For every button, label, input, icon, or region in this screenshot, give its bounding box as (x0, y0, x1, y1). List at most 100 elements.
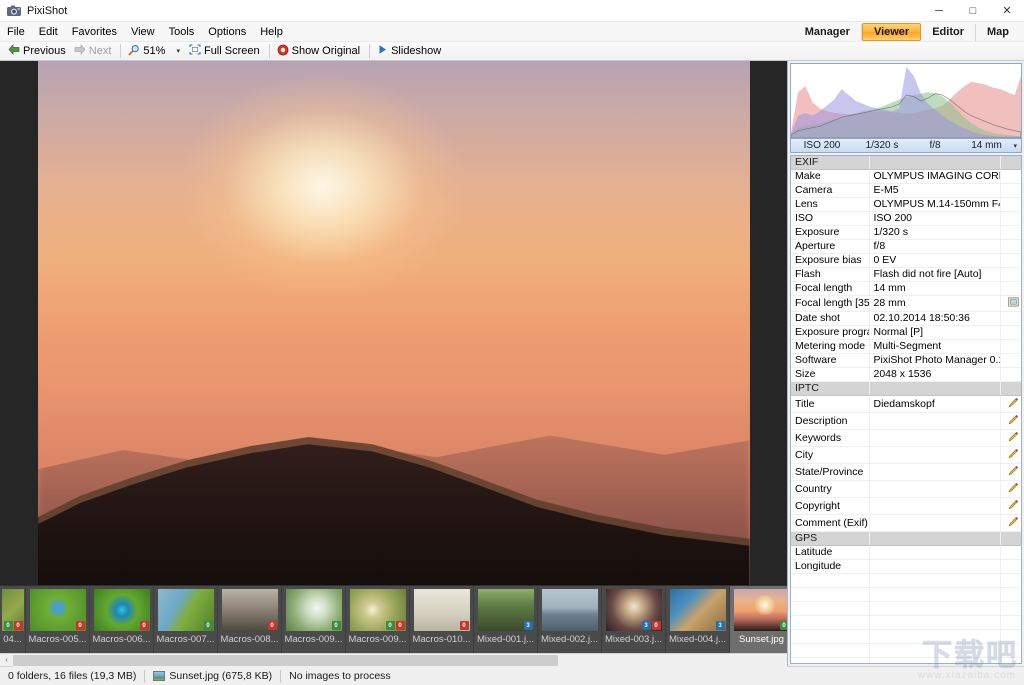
thumbnail-badges: 0 (267, 621, 277, 630)
thumbnail-item[interactable]: 3 0 Mixed-003.j... (602, 586, 666, 653)
thumbnail-caption: Macros-006... (92, 634, 151, 645)
thumbnail-item[interactable]: 0 Macros-006... (90, 586, 154, 653)
metadata-row[interactable]: Size 2048 x 1536 (791, 367, 1021, 382)
metadata-row[interactable]: Country (791, 480, 1021, 498)
thumbnail-item[interactable]: 0 Macros-005... (26, 586, 90, 653)
status-queue: No images to process (281, 667, 399, 685)
metadata-row[interactable]: Exposure 1/320 s (791, 225, 1021, 240)
histogram-shutter: 1/320 s (865, 140, 899, 151)
filmstrip-scrollbar[interactable]: ‹ (0, 653, 787, 667)
pencil-icon[interactable] (1000, 480, 1021, 498)
slideshow-button[interactable]: Slideshow (374, 43, 446, 60)
thumbnail-item[interactable]: 0 0 Macros-009... (346, 586, 410, 653)
tab-editor[interactable]: Editor (921, 23, 976, 41)
thumbnail-image: 00 (1, 589, 24, 631)
thumbnail-item[interactable]: 3 Mixed-004.j... (666, 586, 730, 653)
zoom-dropdown-caret[interactable]: ▾ (170, 47, 186, 55)
metadata-row-label: Lens (791, 197, 870, 212)
metadata-row[interactable]: Longitude (791, 559, 1021, 574)
thumbnail-item[interactable]: 0 Macros-009... (282, 586, 346, 653)
thumbnail-item[interactable]: 0 0 04... (0, 586, 26, 653)
metadata-row[interactable]: State/Province (791, 463, 1021, 481)
metadata-row[interactable]: Keywords (791, 429, 1021, 447)
menu-file[interactable]: File (0, 24, 32, 40)
previous-button[interactable]: Previous (5, 43, 71, 60)
scrollbar-track[interactable] (13, 653, 787, 667)
menu-view[interactable]: View (124, 24, 162, 40)
thumbnail-caption: Mixed-001.j... (476, 634, 535, 645)
thumbnail-item[interactable]: 0 Macros-007... (154, 586, 218, 653)
metadata-row[interactable]: Latitude (791, 545, 1021, 560)
metadata-row[interactable]: Copyright (791, 497, 1021, 515)
metadata-row-value (869, 559, 1001, 574)
pencil-icon[interactable] (1000, 497, 1021, 515)
metadata-row-label: Comment (Exif) (791, 514, 870, 532)
metadata-row[interactable]: Focal length 14 mm (791, 281, 1021, 296)
metadata-row[interactable]: Comment (Exif) (791, 514, 1021, 532)
metadata-row[interactable]: Exposure programNormal [P] (791, 325, 1021, 340)
metadata-row[interactable]: Flash Flash did not fire [Auto] (791, 267, 1021, 282)
menu-help[interactable]: Help (253, 24, 290, 40)
metadata-empty-row (791, 629, 1021, 644)
pencil-icon[interactable] (1000, 463, 1021, 481)
metadata-row-label: ISO (791, 211, 870, 226)
metadata-row[interactable]: Focal length [35mm]28 mm (791, 295, 1021, 312)
zoom-level-button[interactable]: 51% (125, 43, 170, 60)
metadata-row[interactable]: Exposure bias 0 EV (791, 253, 1021, 268)
show-original-label: Show Original (291, 45, 361, 57)
metadata-row-label: Aperture (791, 239, 870, 254)
fullscreen-button[interactable]: Full Screen (186, 43, 265, 60)
thumbnail-badges: 3 (715, 621, 725, 630)
photo-viewport[interactable] (0, 61, 787, 585)
close-button[interactable]: ✕ (990, 0, 1024, 22)
status-folder-summary: 0 folders, 16 files (19,3 MB) (0, 667, 144, 685)
metadata-table-container[interactable]: EXIF Make OLYMPUS IMAGING CORP. Camera E-M5 L… (790, 155, 1022, 664)
menu-options[interactable]: Options (201, 24, 253, 40)
thumbnail-item[interactable]: 0 Macros-008... (218, 586, 282, 653)
histogram-dropdown-caret[interactable]: ▾ (1013, 142, 1017, 150)
thumbnail-caption: Macros-008... (220, 634, 279, 645)
pencil-icon[interactable] (1000, 446, 1021, 464)
metadata-row[interactable]: Date shot 02.10.2014 18:50:36 (791, 311, 1021, 326)
photo-image-sunset[interactable] (37, 61, 750, 585)
next-button[interactable]: Next (71, 43, 117, 60)
menu-edit[interactable]: Edit (32, 24, 65, 40)
thumbnail-item[interactable]: Mixed-002.j... (538, 586, 602, 653)
tab-viewer[interactable]: Viewer (861, 23, 922, 41)
scroll-left-arrow[interactable]: ‹ (0, 654, 13, 667)
tab-map[interactable]: Map (976, 24, 1020, 41)
metadata-row-label: Exposure bias (791, 253, 870, 268)
metadata-row[interactable]: ISO ISO 200 (791, 211, 1021, 226)
metadata-row[interactable]: LensOLYMPUS M.14-150mm F4.0-5.6 (791, 197, 1021, 212)
status-queue-label: No images to process (289, 670, 391, 682)
thumbnail-item[interactable]: 0 Macros-010... (410, 586, 474, 653)
metadata-row-value (869, 446, 1001, 464)
pencil-icon[interactable] (1000, 514, 1021, 532)
thumbnail-item[interactable]: 3 Mixed-001.j... (474, 586, 538, 653)
pencil-icon[interactable] (1000, 412, 1021, 430)
thumbnail-image: 0 (733, 589, 787, 631)
metadata-row[interactable]: Software PixiShot Photo Manager 0.1 (791, 353, 1021, 368)
thumbnail-filmstrip[interactable]: 0 0 04... 0 Macros-005... 0 Macros-006... 0 Macr… (0, 585, 787, 653)
metadata-row[interactable]: Description (791, 412, 1021, 430)
metadata-row[interactable]: Aperture f/8 (791, 239, 1021, 254)
thumbnail-badges: 0 (203, 621, 213, 630)
menu-favorites[interactable]: Favorites (65, 24, 124, 40)
metadata-row[interactable]: Metering mode Multi-Segment (791, 339, 1021, 354)
thumbnail-caption: Macros-010... (412, 634, 471, 645)
status-current-file-label: Sunset.jpg (675,8 KB) (169, 670, 273, 682)
thumbnail-caption: Mixed-003.j... (604, 634, 663, 645)
maximize-button[interactable]: □ (956, 0, 990, 22)
scrollbar-thumb[interactable] (13, 654, 558, 666)
metadata-row[interactable]: City (791, 446, 1021, 464)
metadata-row[interactable]: Title Diedamskopf (791, 395, 1021, 413)
minimize-button[interactable]: ─ (922, 0, 956, 22)
pencil-icon[interactable] (1000, 429, 1021, 447)
thumbnail-item-selected[interactable]: 0 Sunset.jpg (730, 586, 787, 653)
show-original-button[interactable]: Show Original (274, 43, 365, 60)
metadata-row[interactable]: Camera E-M5 (791, 183, 1021, 198)
tab-manager[interactable]: Manager (794, 23, 862, 41)
metadata-row[interactable]: Make OLYMPUS IMAGING CORP. (791, 169, 1021, 184)
menu-tools[interactable]: Tools (162, 24, 202, 40)
pencil-icon[interactable] (1000, 395, 1021, 413)
